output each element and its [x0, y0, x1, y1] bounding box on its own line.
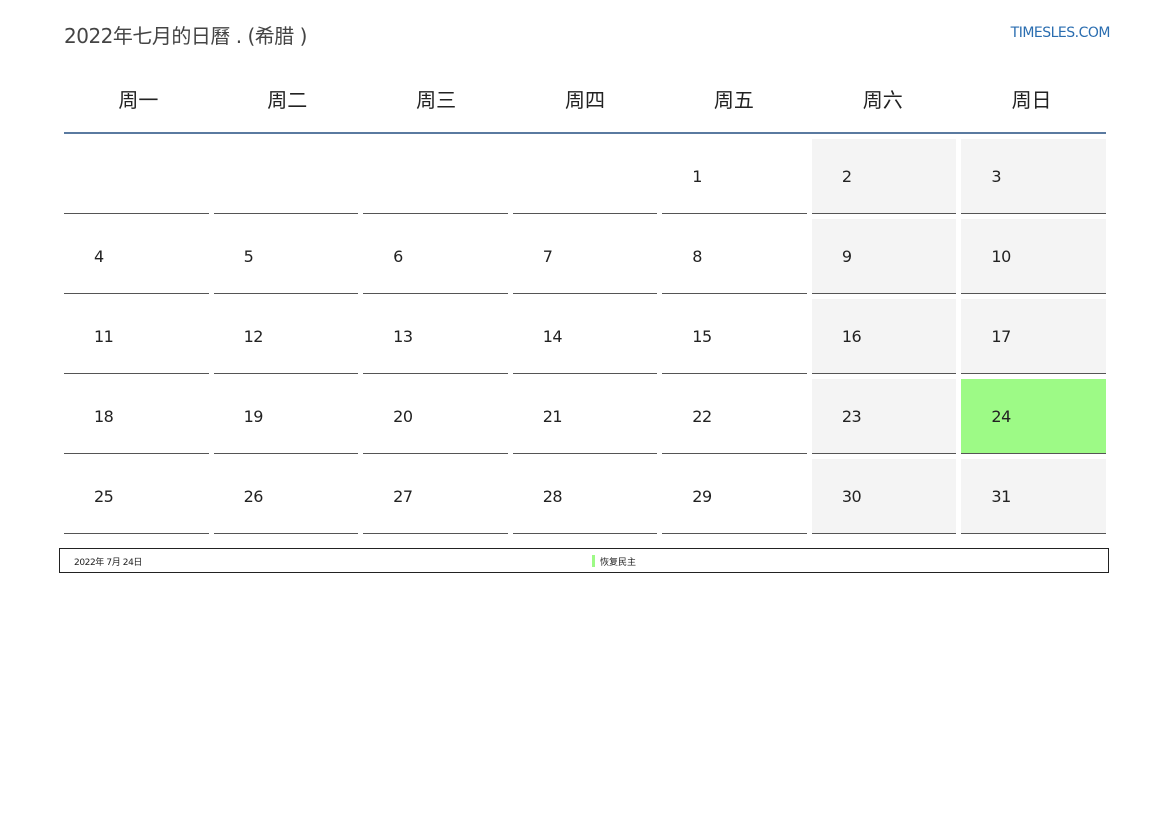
empty-day-cell — [363, 139, 508, 214]
day-cell-15: 15 — [662, 299, 807, 374]
day-number: 15 — [692, 327, 712, 346]
day-number: 31 — [991, 487, 1011, 506]
day-cell-3: 3 — [961, 139, 1106, 214]
day-number: 19 — [243, 407, 264, 426]
day-cell-31: 31 — [961, 459, 1106, 534]
holiday-name: 恢复民主 — [600, 558, 637, 568]
day-cell-21: 21 — [512, 379, 658, 454]
page-title: 2022年七月的日曆 . (希腊 ) — [64, 24, 307, 48]
day-number: 26 — [243, 487, 264, 506]
weekday-tuesday: 周二 — [267, 88, 308, 112]
day-cell-16: 16 — [811, 299, 957, 374]
day-number: 30 — [841, 487, 862, 506]
day-cell-25: 25 — [64, 459, 209, 534]
day-cell-6: 6 — [363, 219, 508, 294]
day-number: 4 — [94, 247, 104, 266]
day-cell-2: 2 — [811, 139, 957, 214]
calendar-grid: 1 2 3 4 5 6 7 8 9 10 11 12 13 14 15 16 17 18 19 20 21 22 23 24 2… — [64, 139, 1106, 534]
day-number: 18 — [94, 407, 114, 426]
day-cell-1: 1 — [662, 139, 807, 214]
day-number: 20 — [393, 407, 413, 426]
holiday-color-swatch — [592, 555, 595, 567]
day-number: 6 — [393, 247, 403, 266]
day-number: 21 — [542, 407, 563, 426]
day-number: 9 — [841, 247, 852, 266]
weekday-sunday: 周日 — [1011, 88, 1052, 112]
day-cell-8: 8 — [662, 219, 807, 294]
empty-day-cell — [512, 139, 658, 214]
day-cell-26: 26 — [213, 459, 359, 534]
day-number: 27 — [393, 487, 413, 506]
empty-day-cell — [64, 139, 209, 214]
day-cell-23: 23 — [811, 379, 957, 454]
day-cell-19: 19 — [213, 379, 359, 454]
day-cell-29: 29 — [662, 459, 807, 534]
day-cell-24: 24 — [961, 379, 1106, 454]
day-cell-17: 17 — [961, 299, 1106, 374]
day-number: 5 — [243, 247, 254, 266]
weekday-header-row: 周一 周二 周三 周四 周五 周六 周日 — [64, 78, 1106, 134]
day-cell-10: 10 — [961, 219, 1106, 294]
day-number: 12 — [243, 327, 264, 346]
day-number: 22 — [692, 407, 712, 426]
day-cell-30: 30 — [811, 459, 957, 534]
day-cell-4: 4 — [64, 219, 209, 294]
day-cell-14: 14 — [512, 299, 658, 374]
day-number: 8 — [692, 247, 702, 266]
day-number: 3 — [991, 167, 1002, 186]
day-number: 10 — [991, 247, 1011, 266]
day-number: 13 — [393, 327, 413, 346]
day-cell-22: 22 — [662, 379, 807, 454]
day-number: 23 — [841, 407, 862, 426]
holiday-date: 2022年 7月 24日 — [74, 558, 143, 568]
day-cell-9: 9 — [811, 219, 957, 294]
day-cell-7: 7 — [512, 219, 658, 294]
empty-day-cell — [213, 139, 359, 214]
day-cell-13: 13 — [363, 299, 508, 374]
day-number: 28 — [542, 487, 563, 506]
day-number: 14 — [542, 327, 563, 346]
weekday-saturday: 周六 — [862, 88, 903, 112]
day-cell-20: 20 — [363, 379, 508, 454]
day-cell-28: 28 — [512, 459, 658, 534]
weekday-monday: 周一 — [118, 88, 159, 112]
day-number: 29 — [692, 487, 712, 506]
day-cell-12: 12 — [213, 299, 359, 374]
holiday-legend: 2022年 7月 24日 恢复民主 — [59, 548, 1109, 573]
weekday-friday: 周五 — [713, 88, 754, 112]
site-link[interactable]: TIMESLES.COM — [1011, 25, 1111, 41]
weekday-wednesday: 周三 — [416, 88, 457, 112]
day-number: 11 — [94, 327, 114, 346]
day-number: 2 — [841, 167, 852, 186]
day-number: 17 — [991, 327, 1011, 346]
day-cell-18: 18 — [64, 379, 209, 454]
day-number: 25 — [94, 487, 114, 506]
day-cell-5: 5 — [213, 219, 359, 294]
weekday-thursday: 周四 — [564, 88, 605, 112]
day-number: 1 — [692, 167, 702, 186]
day-cell-27: 27 — [363, 459, 508, 534]
day-number: 24 — [991, 407, 1011, 426]
day-number: 16 — [841, 327, 862, 346]
day-number: 7 — [542, 247, 553, 266]
day-cell-11: 11 — [64, 299, 209, 374]
